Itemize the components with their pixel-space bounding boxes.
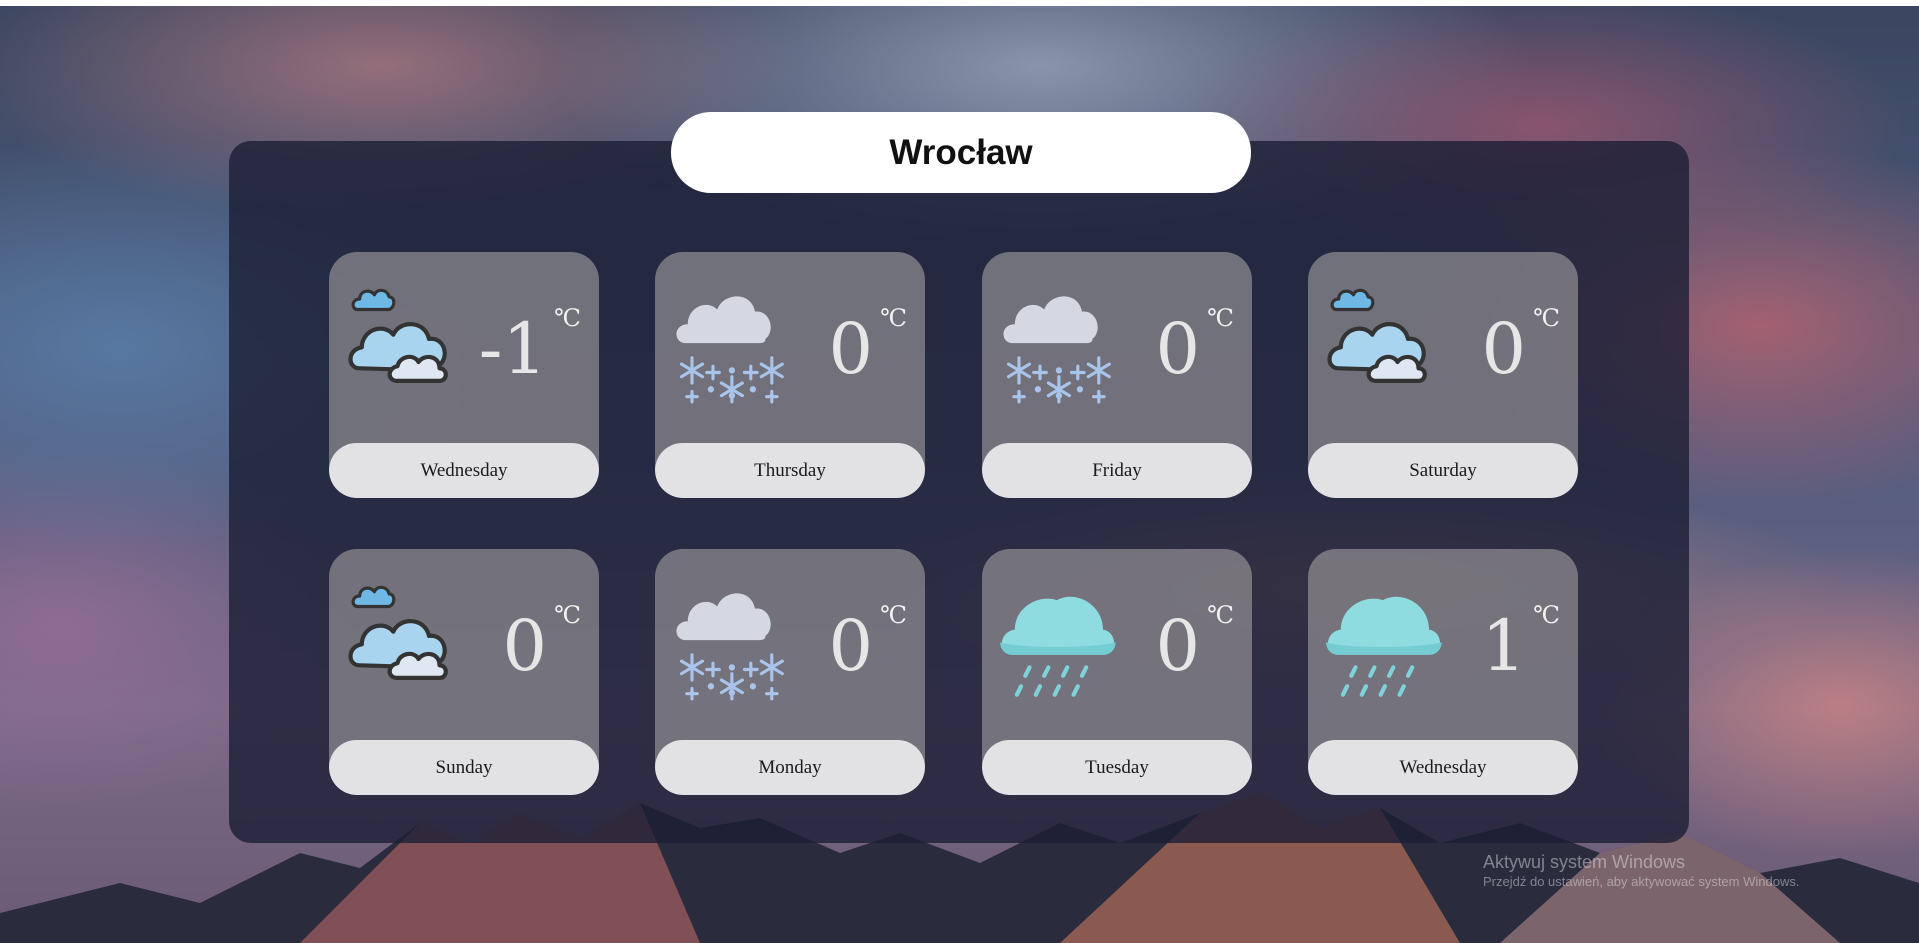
day-label: Wednesday [1308,740,1578,795]
partly-cloudy-icon [345,278,471,404]
temperature-value: 0 [828,605,873,687]
temperature-unit: ℃ [554,304,581,332]
partly-cloudy-icon [1324,278,1450,404]
watermark-subtitle: Przejdź do ustawień, aby aktywować syste… [1483,874,1800,889]
temperature-unit: ℃ [1207,304,1234,332]
partly-cloudy-icon [345,575,471,701]
forecast-card: -1 ℃ Wednesday [329,252,599,498]
temperature-value: -1 [478,308,547,390]
snow-icon [1001,294,1111,404]
rain-icon [1324,575,1450,701]
rain-icon [998,575,1124,701]
temperature-value: 1 [1481,605,1526,687]
forecast-card: 1 ℃ Wednesday [1308,549,1578,795]
day-label: Tuesday [982,740,1252,795]
forecast-card: 0 ℃ Friday [982,252,1252,498]
city-name: Wrocław [889,132,1033,172]
temperature-value: 0 [1155,605,1200,687]
day-label: Wednesday [329,443,599,498]
temperature-value: 0 [1481,308,1526,390]
day-label: Friday [982,443,1252,498]
city-header: Wrocław [671,112,1251,193]
forecast-card: 0 ℃ Thursday [655,252,925,498]
day-label: Sunday [329,740,599,795]
snow-icon [674,294,784,404]
forecast-card: 0 ℃ Tuesday [982,549,1252,795]
watermark-title: Aktywuj system Windows [1483,852,1686,872]
snow-icon [674,591,784,701]
temperature-unit: ℃ [1533,601,1560,629]
forecast-card: 0 ℃ Saturday [1308,252,1578,498]
temperature-value: 0 [1155,308,1200,390]
temperature-unit: ℃ [554,601,581,629]
day-label: Monday [655,740,925,795]
temperature-unit: ℃ [1533,304,1560,332]
day-label: Saturday [1308,443,1578,498]
day-label: Thursday [655,443,925,498]
windows-activation-watermark: Aktywuj system Windows Przejdź do ustawi… [1483,851,1799,891]
forecast-card: 0 ℃ Monday [655,549,925,795]
temperature-unit: ℃ [1207,601,1234,629]
temperature-value: 0 [502,605,547,687]
temperature-unit: ℃ [880,304,907,332]
temperature-value: 0 [828,308,873,390]
forecast-card: 0 ℃ Sunday [329,549,599,795]
temperature-unit: ℃ [880,601,907,629]
